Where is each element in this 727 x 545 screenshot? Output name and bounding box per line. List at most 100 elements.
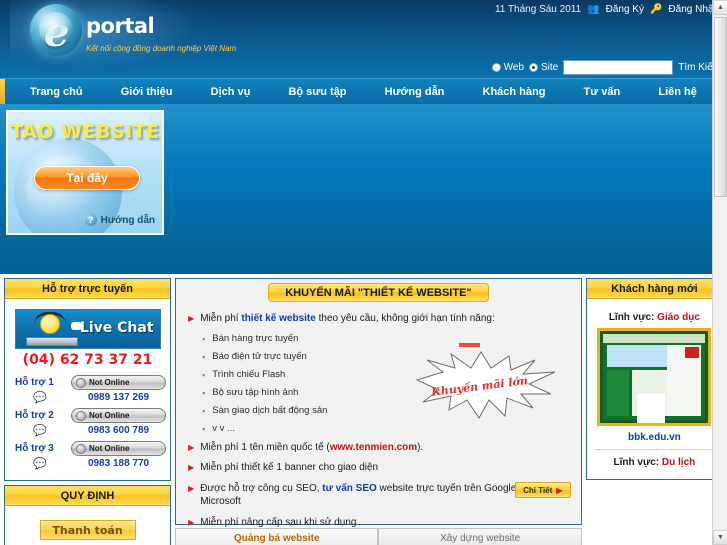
support-contact-1-label: Hỗ trợ 1: [15, 377, 54, 388]
left-sidebar: Hỗ trợ trực tuyến Live Chat (04) 62 73 3…: [4, 278, 172, 545]
seo-consult-link[interactable]: tư vấn SEO: [322, 483, 376, 494]
promotion-title-wrap: KHUYẾN MÃI "THIẾT KẾ WEBSITE": [176, 279, 581, 302]
search-scope-site[interactable]: Site: [528, 62, 559, 73]
support-contact-3-row: Hỗ trợ 3 Not Online: [9, 441, 167, 456]
chi-tiet-label: Chi Tiết: [523, 485, 553, 495]
scrollbar-thumb[interactable]: [714, 17, 727, 197]
messenger-icon[interactable]: 💬: [9, 391, 71, 404]
site-logo[interactable]: e portal Kết nối cộng đồng doanh nghiệp …: [30, 4, 236, 56]
yahoo-status-icon: [76, 443, 86, 454]
promo-item-5-text: Miễn phí nâng cấp sau khi sử dụng: [200, 516, 357, 528]
bullet-triangle-icon: ▶: [188, 314, 195, 323]
main-column: KHUYẾN MÃI "THIẾT KẾ WEBSITE" Khuyến mãi…: [175, 278, 582, 545]
radio-web-icon[interactable]: [491, 63, 501, 72]
right-sidebar: Khách hàng mới Lĩnh vực: Giáo dục bbk.ed…: [585, 278, 724, 545]
arrow-right-icon: ▶: [556, 485, 563, 495]
search-scope-web-label: Web: [503, 62, 524, 73]
main-navigation: Trang chủ Giới thiệu Dịch vụ Bộ sưu tập …: [0, 78, 727, 105]
customer-1-field: Lĩnh vực: Giáo dục: [591, 312, 718, 323]
nav-item-bo-suu-tap[interactable]: Bộ sưu tập: [288, 86, 346, 98]
radio-site-icon[interactable]: [528, 63, 538, 72]
promo-item-1-pre: Miễn phí: [200, 313, 242, 324]
scroll-down-button[interactable]: ▼: [713, 530, 727, 545]
search-scope-site-label: Site: [540, 62, 559, 73]
nav-item-huong-dan[interactable]: Hướng dẫn: [385, 86, 445, 98]
live-chat-banner[interactable]: Live Chat: [14, 309, 161, 349]
register-link[interactable]: Đăng Ký: [606, 4, 644, 15]
nav-item-trang-chu[interactable]: Trang chủ: [30, 86, 83, 98]
support-contact-1-phone: 0989 137 269: [87, 392, 150, 403]
search-input[interactable]: [563, 60, 674, 75]
promo-item-5: ▶ Miễn phí nâng cấp sau khi sử dụng: [188, 516, 571, 530]
thumbnail-banner: [607, 345, 672, 367]
logo-orb-icon: e: [30, 4, 82, 56]
bullet-dot-icon: ▪: [202, 369, 206, 380]
chi-tiet-button[interactable]: Chi Tiết ▶: [514, 482, 571, 498]
messenger-icon[interactable]: 💬: [9, 424, 71, 437]
bullet-triangle-icon: ▶: [188, 517, 195, 527]
support-contact-2-phone: 0983 600 789: [87, 425, 150, 436]
messenger-icon[interactable]: 💬: [9, 457, 71, 470]
yahoo-status-icon: [76, 410, 86, 421]
support-panel: Hỗ trợ trực tuyến Live Chat (04) 62 73 3…: [4, 278, 172, 481]
logo-wordmark: portal: [86, 14, 155, 38]
nav-item-lien-he[interactable]: Liên hệ: [658, 86, 697, 98]
users-icon: 👥: [587, 4, 600, 15]
promo-title: TAO WEBSITE: [10, 121, 160, 143]
customer-2-field: Lĩnh vực: Du lịch: [591, 457, 718, 468]
live-chat-label: Live Chat: [79, 320, 154, 336]
thumbnail-header-bar: [603, 334, 706, 343]
guide-link[interactable]: ? Hướng dẫn: [84, 214, 155, 226]
support-contact-3-status[interactable]: Not Online: [71, 441, 167, 456]
promo-item-2-post: ).: [417, 441, 424, 453]
rules-panel: QUY ĐỊNH Thanh toán: [4, 485, 172, 545]
nav-item-gioi-thieu[interactable]: Giới thiệu: [121, 86, 173, 98]
customer-2-field-label: Lĩnh vực:: [613, 457, 660, 468]
thumbnail-red-block: [685, 347, 700, 358]
thanh-toan-button[interactable]: Thanh toán: [39, 520, 136, 540]
bullet-dot-icon: ▪: [202, 405, 206, 416]
create-website-promo[interactable]: TAO WEBSITE Tại đây ? Hướng dẫn: [6, 110, 164, 235]
thumbnail-left-column: [607, 370, 630, 416]
customer-1-thumbnail[interactable]: [597, 328, 712, 426]
support-contact-3-phone-row: 💬 0983 188 770: [9, 457, 166, 470]
search-scope-web[interactable]: Web: [491, 62, 524, 73]
nav-item-list: Trang chủ Giới thiệu Dịch vụ Bộ sưu tập …: [5, 86, 722, 98]
promo-item-1: ▶ Miễn phí thiết kế website theo yêu cầu…: [188, 312, 571, 326]
promo-item-4: ▶ Được hỗ trợ công cụ SEO, tư vấn SEO we…: [188, 482, 571, 509]
tab-xay-dung-website[interactable]: Xây dựng website: [378, 528, 582, 545]
rules-panel-title: QUY ĐỊNH: [5, 486, 171, 506]
nav-item-khach-hang[interactable]: Khách hàng: [483, 86, 546, 98]
nav-item-dich-vu[interactable]: Dịch vụ: [211, 86, 251, 98]
current-date: 11 Tháng Sáu 2011: [494, 4, 582, 15]
customer-1-field-value: Giáo dục: [657, 312, 700, 323]
support-contact-1-status-text: Not Online: [89, 378, 130, 387]
new-customers-body: Lĩnh vực: Giáo dục bbk.edu.vn Lĩnh vực: …: [587, 299, 722, 479]
search-bar: Web Site Tìm Kiếm: [491, 60, 721, 75]
support-contact-2-phone-row: 💬 0983 600 789: [9, 424, 166, 437]
tab-quang-ba-website[interactable]: Quảng bá website: [175, 528, 379, 545]
tenmien-link[interactable]: www.tenmien.com: [330, 442, 417, 453]
page-root: e portal Kết nối cộng đồng doanh nghiệp …: [0, 0, 727, 545]
support-contact-1-status[interactable]: Not Online: [71, 375, 167, 390]
support-contact-1-phone-row: 💬 0989 137 269: [9, 391, 166, 404]
promo-sub-item-6: ▪ v v ...: [202, 423, 571, 435]
site-header: e portal Kết nối cộng đồng doanh nghiệp …: [0, 0, 727, 81]
promotion-panel: KHUYẾN MÃI "THIẾT KẾ WEBSITE" Khuyến mãi…: [175, 278, 582, 528]
nav-item-tu-van[interactable]: Tư vấn: [584, 86, 621, 98]
support-contact-3-label: Hỗ trợ 3: [15, 443, 54, 454]
promo-item-2: ▶ Miễn phí 1 tên miền quốc tế (www.tenmi…: [188, 441, 571, 455]
tai-day-button[interactable]: Tại đây: [34, 166, 140, 190]
thumbnail-inner: [603, 334, 706, 423]
scroll-up-button[interactable]: ▲: [713, 0, 727, 15]
promo-item-1-text: Miễn phí thiết kế website theo yêu cầu, …: [200, 312, 495, 326]
bullet-triangle-icon: ▶: [188, 483, 195, 493]
smiley-icon: [39, 314, 60, 334]
content-area: Hỗ trợ trực tuyến Live Chat (04) 62 73 3…: [0, 274, 727, 545]
hotline-number: (04) 62 73 37 21: [22, 352, 153, 368]
burst-graphic: Khuyến mãi lớn: [409, 350, 559, 424]
support-contact-2-label: Hỗ trợ 2: [15, 410, 54, 421]
support-contact-2-status[interactable]: Not Online: [71, 408, 167, 423]
customer-1-url[interactable]: bbk.edu.vn: [591, 432, 718, 443]
page-scrollbar[interactable]: ▲ ▼: [712, 0, 727, 545]
